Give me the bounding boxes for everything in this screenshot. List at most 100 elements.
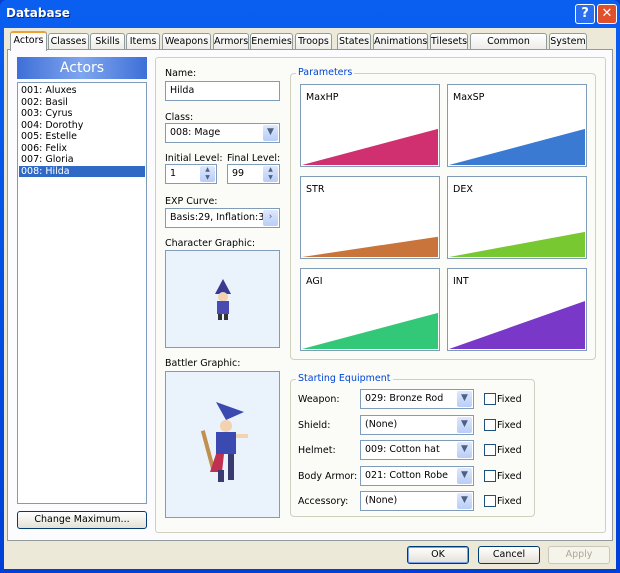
param-curve [449, 301, 585, 349]
character-graphic[interactable] [165, 250, 280, 348]
tab-animations[interactable]: Animations [373, 33, 428, 50]
weapon-select[interactable]: 029: Bronze Rod ▼ [360, 389, 474, 409]
tab-items[interactable]: Items [126, 33, 160, 50]
actor-list-item[interactable]: 008: Hilda [19, 165, 145, 177]
initial-level-label: Initial Level: [165, 153, 223, 164]
client-area: Actors Classes Skills Items Weapons Armors Ene… [4, 28, 616, 569]
chevron-down-icon[interactable]: ▼ [457, 468, 472, 484]
battler-sprite-icon [200, 402, 248, 482]
tab-actors[interactable]: Actors [10, 31, 47, 51]
shield-value: (None) [365, 419, 398, 430]
param-curve [449, 128, 585, 165]
param-curve [302, 312, 438, 349]
chevron-down-icon[interactable]: ▼ [457, 442, 472, 458]
helmet-fixed-checkbox[interactable] [484, 444, 496, 456]
param-label: MaxHP [306, 92, 339, 103]
cancel-button[interactable]: Cancel [478, 546, 540, 564]
param-chart-maxsp[interactable]: MaxSP [447, 84, 587, 167]
initial-level-spinner[interactable]: 1 ▲ ▼ [165, 164, 217, 184]
initial-level-value: 1 [170, 168, 177, 179]
battler-graphic[interactable] [165, 371, 280, 518]
shield-fixed-checkbox[interactable] [484, 419, 496, 431]
fixed-label: Fixed [497, 420, 522, 431]
help-button[interactable]: ? [575, 4, 595, 24]
accessory-value: (None) [365, 495, 398, 506]
ok-button[interactable]: OK [407, 546, 469, 564]
accessory-select[interactable]: (None) ▼ [360, 491, 474, 511]
close-button[interactable]: ✕ [597, 4, 617, 24]
spin-arrows-icon[interactable]: ▲ ▼ [263, 166, 278, 182]
param-chart-str[interactable]: STR [300, 176, 440, 259]
apply-button[interactable]: Apply [548, 546, 610, 564]
param-curve [302, 128, 438, 165]
actor-list-item[interactable]: 003: Cyrus [19, 108, 145, 120]
tab-system[interactable]: System [549, 33, 587, 50]
actor-list-item[interactable]: 007: Gloria [19, 154, 145, 166]
exp-curve-label: EXP Curve: [165, 196, 218, 207]
chevron-down-icon[interactable]: ▼ [457, 417, 472, 433]
battler-graphic-label: Battler Graphic: [165, 358, 241, 369]
param-label: STR [306, 184, 325, 195]
parameters-title: Parameters [296, 67, 355, 78]
chevron-down-icon[interactable]: ▼ [263, 125, 278, 141]
tab-common-events[interactable]: Common Events [470, 33, 547, 62]
name-input[interactable]: Hilda [165, 81, 280, 101]
window-title: Database [6, 6, 70, 20]
body-armor-label: Body Armor: [298, 471, 358, 482]
shield-select[interactable]: (None) ▼ [360, 415, 474, 435]
param-curve [302, 236, 438, 257]
actors-header: Actors [17, 57, 147, 79]
fixed-label: Fixed [497, 471, 522, 482]
change-maximum-button[interactable]: Change Maximum... [17, 511, 147, 529]
helmet-select[interactable]: 009: Cotton hat ▼ [360, 440, 474, 460]
weapon-fixed-checkbox[interactable] [484, 393, 496, 405]
exp-curve-field[interactable]: Basis:29, Inflation:32 › [165, 208, 280, 228]
actor-list-item[interactable]: 006: Felix [19, 143, 145, 155]
tab-armors[interactable]: Armors [213, 33, 249, 50]
tab-troops[interactable]: Troops [295, 33, 332, 50]
actor-list-item[interactable]: 004: Dorothy [19, 120, 145, 132]
tab-enemies[interactable]: Enemies [250, 33, 293, 50]
exp-curve-value: Basis:29, Inflation:32 [170, 212, 271, 223]
final-level-spinner[interactable]: 99 ▲ ▼ [227, 164, 280, 184]
chevron-down-icon[interactable]: ▼ [457, 493, 472, 509]
param-chart-maxhp[interactable]: MaxHP [300, 84, 440, 167]
chevron-down-icon[interactable]: ▼ [457, 391, 472, 407]
class-select[interactable]: 008: Mage ▼ [165, 123, 280, 143]
helmet-label: Helmet: [298, 445, 336, 456]
body-armor-value: 021: Cotton Robe [365, 470, 448, 481]
tab-skills[interactable]: Skills [90, 33, 125, 50]
starting-equipment-title: Starting Equipment [296, 373, 393, 384]
param-chart-int[interactable]: INT [447, 268, 587, 351]
tab-states[interactable]: States [337, 33, 371, 50]
helmet-value: 009: Cotton hat [365, 444, 440, 455]
actor-list-item[interactable]: 005: Estelle [19, 131, 145, 143]
actor-list-item[interactable]: 002: Basil [19, 97, 145, 109]
body-armor-select[interactable]: 021: Cotton Robe ▼ [360, 466, 474, 486]
tab-tilesets[interactable]: Tilesets [430, 33, 468, 50]
fixed-label: Fixed [497, 445, 522, 456]
actor-list-item[interactable]: 001: Aluxes [19, 85, 145, 97]
accessory-label: Accessory: [298, 496, 349, 507]
character-graphic-label: Character Graphic: [165, 238, 256, 249]
shield-label: Shield: [298, 420, 331, 431]
fixed-label: Fixed [497, 496, 522, 507]
param-chart-dex[interactable]: DEX [447, 176, 587, 259]
spin-arrows-icon[interactable]: ▲ ▼ [200, 166, 215, 182]
character-sprite-icon [215, 279, 231, 320]
class-label: Class: [165, 112, 194, 123]
body-armor-fixed-checkbox[interactable] [484, 470, 496, 482]
fixed-label: Fixed [497, 394, 522, 405]
accessory-fixed-checkbox[interactable] [484, 495, 496, 507]
param-label: DEX [453, 184, 473, 195]
param-curve [449, 231, 585, 257]
chevron-right-icon[interactable]: › [263, 210, 278, 226]
actor-list[interactable]: 001: Aluxes 002: Basil 003: Cyrus 004: Doro… [17, 82, 147, 504]
tab-weapons[interactable]: Weapons [162, 33, 211, 50]
final-level-value: 99 [232, 168, 245, 179]
class-value: 008: Mage [170, 127, 221, 138]
weapon-label: Weapon: [298, 394, 340, 405]
final-level-label: Final Level: [227, 153, 281, 164]
param-chart-agi[interactable]: AGI [300, 268, 440, 351]
tab-classes[interactable]: Classes [48, 33, 89, 50]
